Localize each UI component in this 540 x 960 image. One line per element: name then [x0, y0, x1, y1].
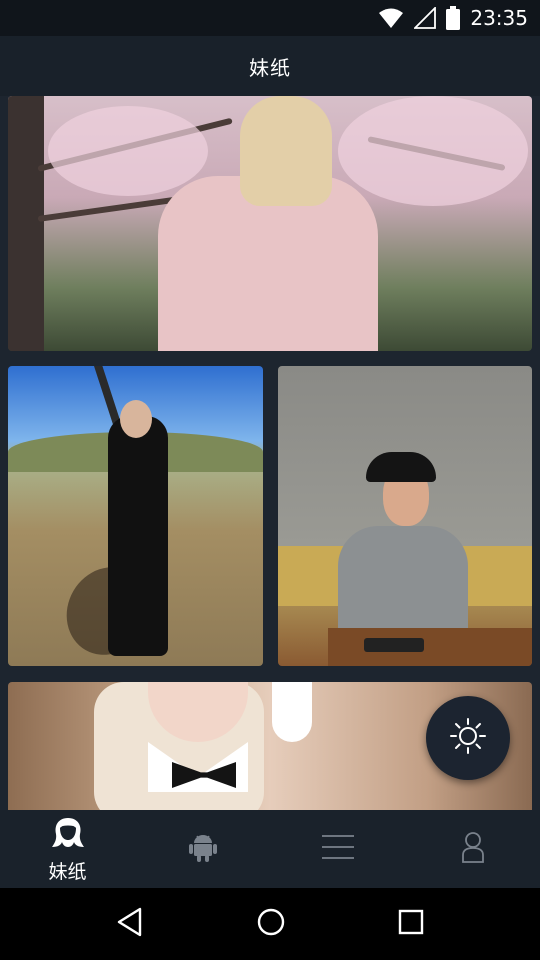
back-icon[interactable]	[116, 907, 144, 941]
figure-hair	[240, 96, 332, 206]
photo-cherry-blossom[interactable]	[8, 96, 532, 351]
menu-icon	[321, 834, 355, 864]
cellular-signal-icon	[414, 7, 437, 29]
nav-item-menu[interactable]	[270, 810, 405, 888]
figure-body	[338, 526, 468, 636]
blossom-cluster	[48, 106, 208, 196]
figure-body	[108, 416, 168, 656]
nav-item-android[interactable]	[135, 810, 270, 888]
bunny-ear	[272, 682, 312, 742]
brightness-icon	[448, 716, 488, 760]
app-title-bar: 妹纸	[0, 36, 540, 96]
profile-icon	[461, 831, 485, 867]
cafe-table	[328, 628, 532, 666]
recents-icon[interactable]	[398, 909, 424, 939]
brightness-button[interactable]	[426, 696, 510, 780]
figure-cap	[366, 452, 436, 482]
bottom-navigation: 妹纸	[0, 810, 540, 888]
figure-head	[120, 400, 152, 438]
nav-label-girls: 妹纸	[48, 860, 87, 883]
blossom-cluster	[338, 96, 528, 206]
girl-avatar-icon	[50, 815, 86, 855]
photo-cafe-cap[interactable]	[278, 366, 532, 666]
system-navigation-bar	[0, 888, 540, 960]
home-icon[interactable]	[256, 907, 286, 941]
page-title: 妹纸	[249, 55, 291, 80]
android-icon	[188, 832, 217, 866]
tree-trunk	[8, 96, 44, 351]
phone-on-table	[364, 638, 424, 652]
nav-item-profile[interactable]	[405, 810, 540, 888]
photo-desert-rifle[interactable]	[8, 366, 263, 666]
clock-time: 23:35	[470, 6, 528, 30]
battery-icon	[446, 6, 461, 30]
wifi-icon	[378, 7, 404, 29]
status-bar: 23:35	[0, 0, 540, 36]
app-screen: 23:35 妹纸 妹纸	[0, 0, 540, 960]
nav-item-girls[interactable]: 妹纸	[0, 810, 135, 888]
